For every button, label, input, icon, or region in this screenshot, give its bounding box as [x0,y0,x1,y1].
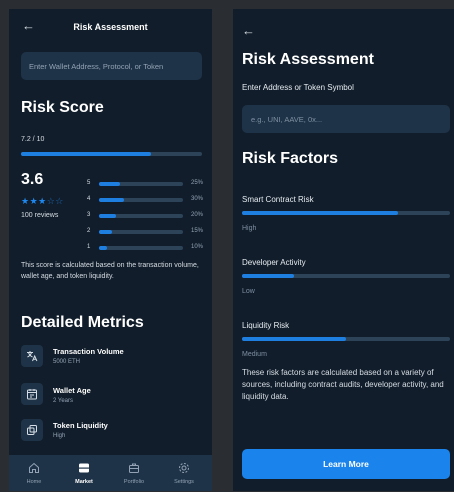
rating-value: 3.6 [21,171,44,188]
factor-name: Developer Activity [242,258,306,267]
factor-bar-fill [242,337,346,341]
factors-description: These risk factors are calculated based … [242,368,444,401]
translate-icon [21,345,43,367]
rating-star-label: 2 [87,228,91,234]
gear-icon [159,462,209,474]
metric-title: Token Liquidity [53,421,108,430]
rating-bar [99,246,183,250]
rating-percent: 20% [190,212,203,218]
back-arrow-icon[interactable]: ← [242,24,255,38]
page-title: Risk Assessment [73,22,148,32]
risk-factors-screen: ← Risk Assessment Enter Address or Token… [233,9,454,491]
detailed-metrics-heading: Detailed Metrics [21,314,144,331]
factor-bar-fill [242,211,398,215]
metric-value: 5000 ETH [53,359,81,365]
rating-bar [99,198,183,202]
bottom-navigation: Home Market Portfolio Settings [9,455,212,491]
rating-bar-fill [99,246,108,250]
empty-stars-icon: ☆☆ [46,196,64,206]
factor-level: Medium [242,351,267,358]
metric-title: Wallet Age [53,386,91,395]
market-icon [59,462,109,474]
nav-label: Settings [174,479,194,485]
score-description: This score is calculated based on the tr… [21,262,199,280]
input-label: Enter Address or Token Symbol [242,83,354,92]
rating-star-label: 3 [87,212,91,218]
risk-score-bar-fill [21,152,152,156]
rating-percent: 15% [190,228,203,234]
nav-label: Home [26,479,42,485]
risk-score-heading: Risk Score [21,99,104,116]
nav-label: Portfolio [123,479,145,485]
rating-star-label: 4 [87,196,91,202]
star-rating: ★★★☆☆ [21,196,64,207]
rating-row-3: 3 20% [87,211,203,221]
factor-level: Low [242,288,255,295]
page-title: Risk Assessment [242,51,374,68]
risk-score-value: 7.2 / 10 [21,136,45,143]
header: ← Risk Assessment [9,9,212,43]
rating-percent: 10% [190,244,203,250]
risk-factors-heading: Risk Factors [242,150,339,167]
search-input[interactable] [21,52,202,80]
nav-item-market[interactable]: Market [59,455,109,491]
calendar-icon [21,383,43,405]
rating-row-1: 1 10% [87,243,203,253]
learn-more-button[interactable]: Learn More [242,449,450,479]
rating-bar [99,230,183,234]
factor-bar [242,211,450,215]
token-input[interactable] [242,105,450,133]
factor-bar [242,274,450,278]
nav-label: Market [75,479,93,485]
nav-item-home[interactable]: Home [9,455,59,491]
rating-row-5: 5 25% [87,179,203,189]
rating-bar-fill [99,198,125,202]
rating-percent: 25% [190,180,203,186]
factor-name: Smart Contract Risk [242,195,314,204]
rating-percent: 30% [190,196,203,202]
rating-bar-fill [99,214,116,218]
rating-row-4: 4 30% [87,195,203,205]
filled-stars-icon: ★★★ [21,196,47,206]
rating-star-label: 5 [87,180,91,186]
metric-title: Transaction Volume [53,347,124,356]
metric-value: 2 Years [53,398,74,404]
briefcase-icon [109,462,159,474]
risk-assessment-mobile-screen: ← Risk Assessment Risk Score 7.2 / 10 3.… [9,9,212,491]
nav-item-portfolio[interactable]: Portfolio [109,455,159,491]
home-icon [9,462,59,474]
metric-value: High [53,433,66,439]
nav-item-settings[interactable]: Settings [159,455,209,491]
rating-bar-fill [99,230,112,234]
rating-star-label: 1 [87,244,91,250]
copy-icon [21,419,43,441]
factor-bar-fill [242,274,294,278]
factor-bar [242,337,450,341]
rating-bar [99,214,183,218]
risk-score-bar [21,152,202,156]
factor-name: Liquidity Risk [242,321,290,330]
rating-bar-fill [99,182,120,186]
rating-bar [99,182,183,186]
review-count: 100 reviews [21,212,59,219]
rating-row-2: 2 15% [87,227,203,237]
factor-level: High [242,225,257,232]
